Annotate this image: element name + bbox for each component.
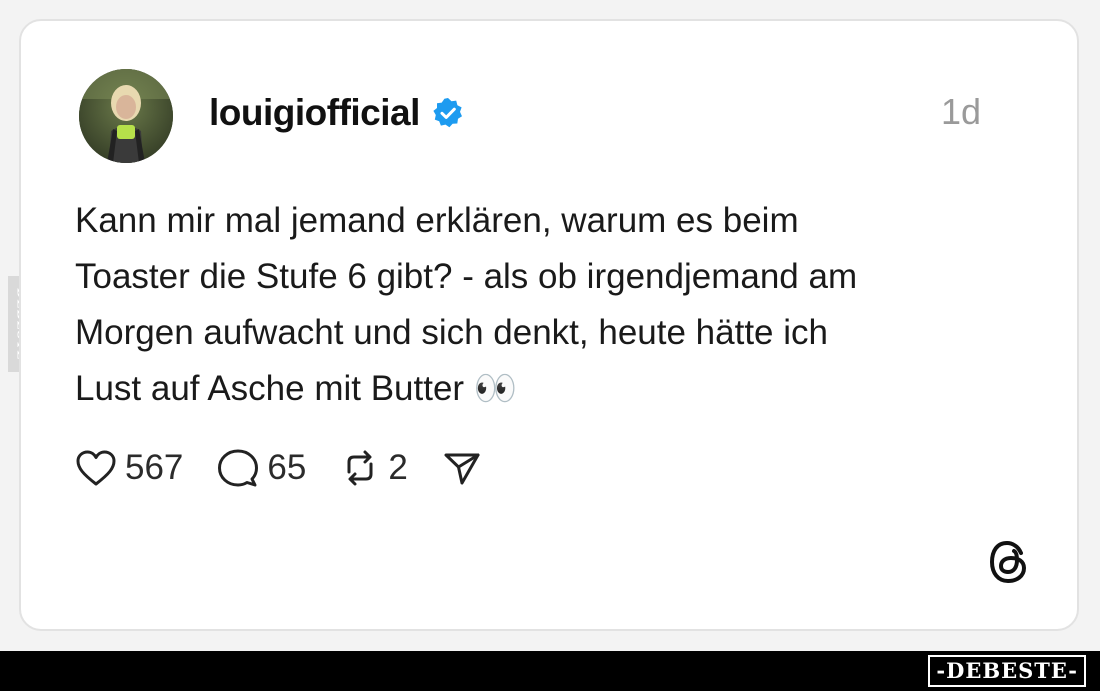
footer-bar: -DEBESTE- (0, 651, 1100, 691)
footer-watermark: -DEBESTE- (928, 655, 1086, 687)
post-text: Kann mir mal jemand erklären, warum es b… (75, 201, 858, 408)
send-icon (444, 453, 480, 485)
comment-count: 65 (267, 448, 307, 487)
threads-logo-icon[interactable] (987, 539, 1033, 585)
post-card: louigiofficial 1d Kann mir mal jemand er… (19, 19, 1079, 631)
author-row: louigiofficial (209, 91, 464, 135)
comment-button[interactable]: 65 (217, 448, 306, 488)
username[interactable]: louigiofficial (209, 92, 420, 134)
like-count: 567 (125, 448, 184, 487)
avatar[interactable] (79, 69, 173, 163)
avatar-image (79, 69, 173, 163)
repost-count: 2 (388, 448, 408, 487)
comment-bubble-icon (218, 449, 259, 487)
repost-button[interactable]: 2 (340, 448, 408, 488)
action-bar: 567 65 2 (75, 446, 516, 490)
share-button[interactable] (442, 448, 482, 488)
verified-badge-icon (432, 97, 464, 129)
post-timestamp: 1d (940, 91, 981, 132)
like-button[interactable]: 567 (75, 448, 183, 488)
heart-icon (76, 450, 116, 486)
repost-icon (347, 450, 373, 486)
page: DEBESTE louigioffi (0, 0, 1100, 691)
